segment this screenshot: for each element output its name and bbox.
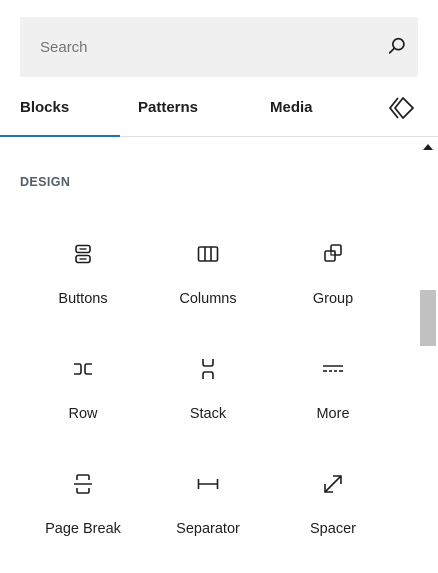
tab-blocks[interactable]: Blocks xyxy=(0,80,121,137)
stack-icon xyxy=(202,359,214,379)
scrollbar-track[interactable] xyxy=(418,137,438,573)
block-group[interactable]: Group xyxy=(270,222,396,330)
spacer-icon xyxy=(324,475,342,493)
block-row[interactable]: Row xyxy=(20,337,146,445)
block-label: Group xyxy=(312,291,354,307)
separator-icon xyxy=(197,479,219,489)
block-label: More xyxy=(316,406,350,422)
block-more[interactable]: More xyxy=(270,337,396,445)
block-label: Spacer xyxy=(310,521,356,537)
block-spacer[interactable]: Spacer xyxy=(270,452,396,560)
search-box xyxy=(20,17,418,77)
block-separator[interactable]: Separator xyxy=(145,452,271,560)
tab-media[interactable]: Media xyxy=(270,80,313,136)
block-label: Stack xyxy=(189,406,227,422)
block-label: Separator xyxy=(176,521,240,537)
category-title: DESIGN xyxy=(20,175,71,189)
inserter-tabs: Blocks Patterns Media xyxy=(0,80,438,137)
block-label: Row xyxy=(68,406,98,422)
block-page-break[interactable]: Page Break xyxy=(20,452,146,560)
block-label: Columns xyxy=(179,291,237,307)
block-stack[interactable]: Stack xyxy=(145,337,271,445)
search-input[interactable] xyxy=(20,17,360,77)
block-label: Page Break xyxy=(45,521,121,537)
search-icon[interactable] xyxy=(386,35,408,57)
scrollbar-thumb[interactable] xyxy=(420,290,436,346)
block-columns[interactable]: Columns xyxy=(145,222,271,330)
row-icon xyxy=(74,363,92,375)
columns-icon xyxy=(197,246,219,262)
scroll-up-arrow[interactable] xyxy=(423,144,433,150)
more-icon xyxy=(323,365,343,372)
block-buttons[interactable]: Buttons xyxy=(20,222,146,330)
reusable-blocks-icon[interactable] xyxy=(388,94,416,122)
page-break-icon xyxy=(74,474,92,494)
buttons-icon xyxy=(75,244,91,264)
block-label: Buttons xyxy=(58,291,108,307)
group-icon xyxy=(324,244,342,262)
tab-patterns[interactable]: Patterns xyxy=(138,80,198,136)
